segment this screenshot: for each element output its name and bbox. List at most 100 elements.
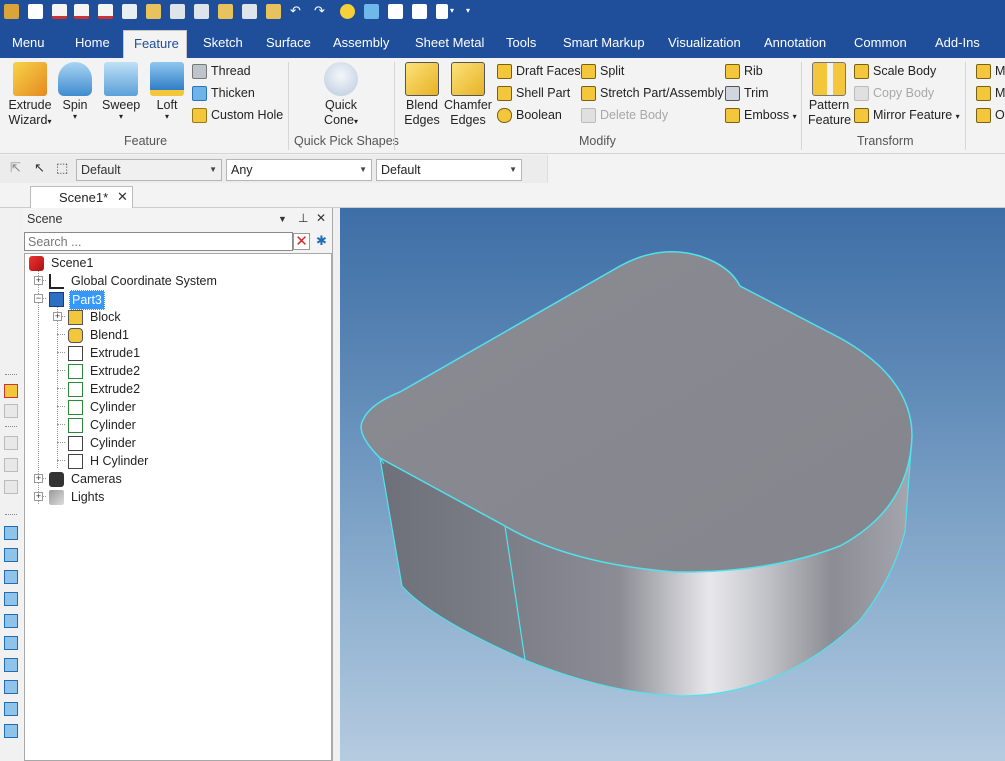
select-icon[interactable] (242, 4, 257, 19)
display-icon[interactable] (388, 4, 403, 19)
select-parts-icon[interactable]: ⇱ (10, 161, 24, 175)
list-icon[interactable] (412, 4, 427, 19)
view-icon[interactable] (4, 404, 18, 418)
custom-hole-button[interactable]: Custom Hole (192, 106, 283, 124)
quick-cone-button[interactable]: Quick Cone▾ (318, 62, 364, 129)
front-view-icon[interactable] (4, 526, 18, 540)
new-icon[interactable] (28, 4, 43, 19)
chamfer-edges-button[interactable]: Chamfer Edges (444, 62, 492, 128)
iso-view-icon[interactable] (4, 702, 18, 716)
3d-viewport[interactable] (340, 208, 1005, 761)
save-as-icon[interactable] (194, 4, 209, 19)
shell-part-button[interactable]: Shell Part (497, 84, 570, 102)
loft-button[interactable]: Loft ▾ (150, 62, 184, 121)
clear-search-icon[interactable]: ✕ (293, 233, 310, 250)
overflow-button-1[interactable]: M (976, 62, 1005, 80)
new-drawing-icon[interactable] (74, 4, 89, 19)
tools-icon[interactable] (266, 4, 281, 19)
tab-add-ins[interactable]: Add-Ins (925, 30, 990, 58)
extrude-wizard-button[interactable]: Extrude Wizard▾ (6, 62, 54, 129)
right-view-icon[interactable] (4, 592, 18, 606)
expand-icon[interactable]: + (34, 474, 43, 483)
view-icon[interactable] (4, 436, 18, 450)
new-template-icon[interactable] (52, 4, 67, 19)
tools-wizard-icon[interactable] (340, 4, 355, 19)
overflow-button-3[interactable]: Ot (976, 106, 1005, 124)
left-view-icon[interactable] (4, 570, 18, 584)
split-button[interactable]: Split (581, 62, 624, 80)
overflow-label-1: M (995, 64, 1005, 78)
overflow-button-2[interactable]: M (976, 84, 1005, 102)
tab-home[interactable]: Home (65, 30, 120, 58)
smart-snap-icon[interactable] (364, 4, 379, 19)
add-part-icon[interactable] (4, 384, 18, 398)
tab-annotation[interactable]: Annotation (754, 30, 836, 58)
open-icon[interactable] (146, 4, 161, 19)
scene-search-input[interactable] (24, 232, 293, 251)
select-faces-icon[interactable]: ⬚ (56, 161, 70, 175)
save-icon[interactable] (170, 4, 185, 19)
selection-mode-combo[interactable]: Default ▼ (376, 159, 522, 181)
expand-icon[interactable]: + (53, 312, 62, 321)
windows-icon[interactable] (436, 4, 448, 19)
mirror-feature-button[interactable]: Mirror Feature ▾ (854, 106, 960, 124)
tab-menu[interactable]: Menu (2, 30, 55, 58)
bottom-view-icon[interactable] (4, 636, 18, 650)
chevron-down-icon[interactable]: ▾ (450, 4, 465, 19)
spin-button[interactable]: Spin ▾ (58, 62, 92, 121)
part-model[interactable] (340, 208, 1005, 761)
emboss-button[interactable]: Emboss ▾ (725, 106, 797, 124)
properties-icon[interactable] (218, 4, 233, 19)
customize-icon[interactable]: ▾ (466, 4, 481, 19)
sweep-button[interactable]: Sweep ▾ (102, 62, 140, 121)
expand-icon[interactable]: + (34, 276, 43, 285)
tab-smart-markup[interactable]: Smart Markup (553, 30, 655, 58)
blend-edges-button[interactable]: Blend Edges (404, 62, 440, 128)
iso-view-icon[interactable] (4, 724, 18, 738)
thicken-button[interactable]: Thicken (192, 84, 255, 102)
iso-view-icon[interactable] (4, 680, 18, 694)
view-icon[interactable] (4, 458, 18, 472)
boolean-button[interactable]: Boolean (497, 106, 562, 124)
collapse-icon[interactable]: − (34, 294, 43, 303)
thread-button[interactable]: Thread (192, 62, 251, 80)
rib-button[interactable]: Rib (725, 62, 763, 80)
iso-view-icon[interactable] (4, 658, 18, 672)
panel-splitter[interactable] (333, 208, 340, 761)
tab-visualization[interactable]: Visualization (658, 30, 751, 58)
back-view-icon[interactable] (4, 548, 18, 562)
view-icon[interactable] (4, 480, 18, 494)
tab-surface[interactable]: Surface (256, 30, 321, 58)
expand-icon[interactable]: + (34, 492, 43, 501)
pin-icon[interactable]: ⊥ (298, 211, 308, 225)
app-logo-icon[interactable] (4, 4, 19, 19)
delete-body-button[interactable]: Delete Body (581, 106, 668, 124)
chevron-down-icon[interactable]: ▼ (278, 214, 287, 224)
tab-feature[interactable]: Feature (123, 30, 187, 58)
scale-body-button[interactable]: Scale Body (854, 62, 936, 80)
tree-line (38, 270, 39, 504)
selection-filter-combo[interactable]: Default ▼ (76, 159, 222, 181)
new-part-icon[interactable] (98, 4, 113, 19)
tab-sheet-metal[interactable]: Sheet Metal (405, 30, 494, 58)
pattern-feature-button[interactable]: Pattern Feature (808, 62, 851, 128)
top-view-icon[interactable] (4, 614, 18, 628)
tab-common[interactable]: Common (844, 30, 917, 58)
tab-sketch[interactable]: Sketch (193, 30, 253, 58)
close-icon[interactable]: ✕ (316, 211, 326, 225)
new-scene-icon[interactable] (122, 4, 137, 19)
draft-faces-button[interactable]: Draft Faces (497, 62, 581, 80)
trim-button[interactable]: Trim (725, 84, 769, 102)
copy-body-button[interactable]: Copy Body (854, 84, 934, 102)
pointer-icon[interactable]: ↖ (34, 161, 48, 175)
close-icon[interactable]: ✕ (117, 189, 128, 205)
tab-tools[interactable]: Tools (496, 30, 546, 58)
redo-icon[interactable]: ↷ (314, 4, 329, 19)
tab-assembly[interactable]: Assembly (323, 30, 399, 58)
undo-icon[interactable]: ↶ (290, 4, 305, 19)
document-tab[interactable]: Scene1* ✕ (30, 186, 133, 208)
selection-type-combo[interactable]: Any ▼ (226, 159, 372, 181)
search-options-icon[interactable]: ✱ (313, 233, 330, 250)
stretch-button[interactable]: Stretch Part/Assembly (581, 84, 724, 102)
copy-body-label: Copy Body (873, 86, 935, 100)
